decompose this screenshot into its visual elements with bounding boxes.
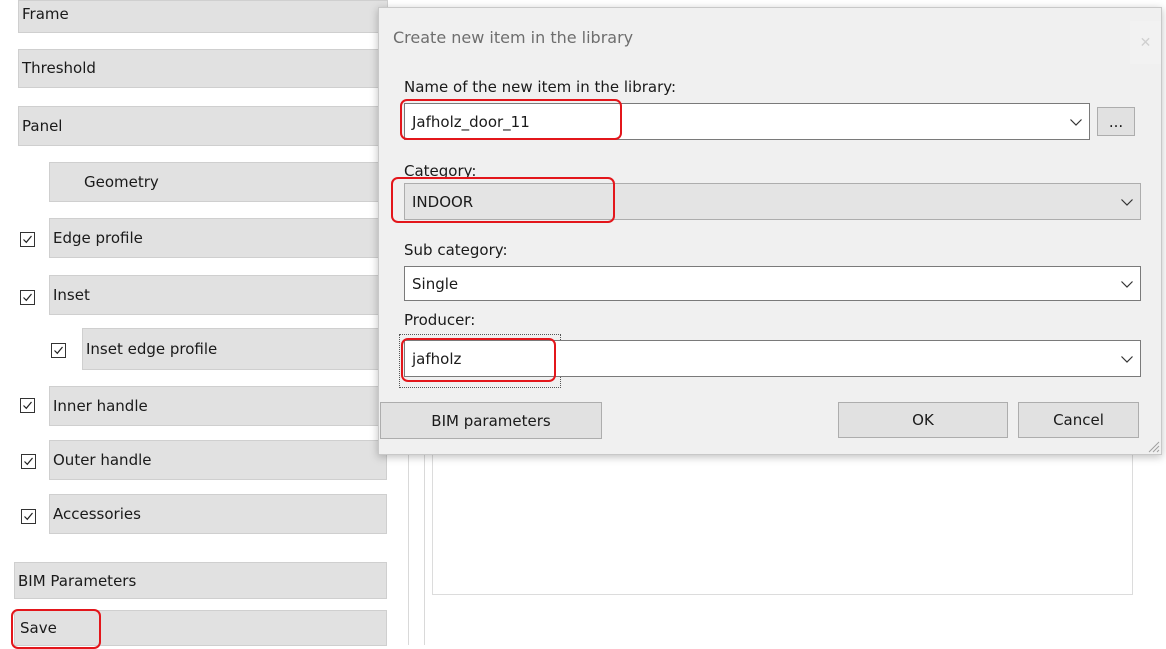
checkmark-icon bbox=[24, 457, 33, 466]
geometry-label: Geometry bbox=[84, 173, 159, 191]
bim-parameters-label: BIM parameters bbox=[431, 411, 551, 430]
inset-button[interactable]: Inset bbox=[49, 275, 379, 315]
resize-grip-icon bbox=[1148, 441, 1160, 453]
category-value: INDOOR bbox=[412, 192, 474, 211]
close-icon: ✕ bbox=[1139, 34, 1152, 51]
inner-handle-label: Inner handle bbox=[53, 397, 148, 415]
right-area-divider bbox=[408, 445, 409, 645]
category-combobox[interactable]: INDOOR bbox=[404, 183, 1141, 220]
name-combobox[interactable]: Jafholz_door_11 bbox=[404, 103, 1090, 140]
inset-edge-profile-button[interactable]: Inset edge profile bbox=[82, 328, 379, 370]
chevron-down-icon bbox=[1121, 280, 1133, 288]
save-button[interactable]: Save bbox=[14, 610, 387, 646]
checkmark-icon bbox=[23, 235, 32, 244]
outer-handle-label: Outer handle bbox=[53, 451, 152, 469]
checkmark-icon bbox=[24, 512, 33, 521]
outer-handle-checkbox[interactable] bbox=[21, 454, 36, 469]
preview-area bbox=[432, 445, 1133, 595]
geometry-button[interactable]: Geometry bbox=[49, 162, 379, 202]
accessories-checkbox[interactable] bbox=[21, 509, 36, 524]
browse-button[interactable]: ... bbox=[1097, 107, 1135, 136]
dialog-title: Create new item in the library bbox=[393, 28, 634, 47]
producer-combobox[interactable]: jafholz bbox=[404, 340, 1141, 377]
subcategory-combobox[interactable]: Single bbox=[404, 266, 1141, 301]
accessories-button[interactable]: Accessories bbox=[49, 494, 387, 534]
inset-edge-profile-label: Inset edge profile bbox=[86, 340, 218, 358]
ok-label: OK bbox=[912, 411, 934, 429]
cancel-button[interactable]: Cancel bbox=[1018, 402, 1139, 438]
create-item-dialog: Create new item in the library ✕ Name of… bbox=[378, 7, 1162, 455]
producer-label: Producer: bbox=[404, 311, 476, 329]
name-value: Jafholz_door_11 bbox=[412, 112, 530, 131]
cancel-label: Cancel bbox=[1053, 411, 1104, 429]
threshold-label: Threshold bbox=[22, 59, 96, 77]
frame-button[interactable]: Frame bbox=[18, 0, 388, 33]
subcategory-value: Single bbox=[412, 274, 459, 293]
threshold-button[interactable]: Threshold bbox=[18, 49, 388, 88]
outer-handle-button[interactable]: Outer handle bbox=[49, 440, 387, 480]
bim-parameters-button[interactable]: BIM parameters bbox=[380, 402, 602, 439]
inner-handle-checkbox[interactable] bbox=[20, 398, 35, 413]
inner-handle-button[interactable]: Inner handle bbox=[49, 386, 379, 426]
checkmark-icon bbox=[54, 346, 63, 355]
checkmark-icon bbox=[23, 293, 32, 302]
save-label: Save bbox=[20, 619, 57, 637]
bim-parameters-panel-label: BIM Parameters bbox=[18, 571, 137, 590]
inset-checkbox[interactable] bbox=[20, 290, 35, 305]
panel-button[interactable]: Panel bbox=[18, 106, 388, 146]
close-button[interactable]: ✕ bbox=[1130, 21, 1161, 64]
producer-value: jafholz bbox=[412, 349, 462, 368]
subcategory-label: Sub category: bbox=[404, 241, 508, 259]
edge-profile-button[interactable]: Edge profile bbox=[49, 218, 379, 258]
right-area-inner-border bbox=[424, 445, 425, 645]
name-label: Name of the new item in the library: bbox=[404, 78, 677, 96]
edge-profile-label: Edge profile bbox=[53, 229, 143, 247]
category-label: Category: bbox=[404, 162, 477, 180]
browse-label: ... bbox=[1108, 112, 1124, 131]
panel-label: Panel bbox=[22, 117, 63, 135]
checkmark-icon bbox=[23, 401, 32, 410]
bim-parameters-panel-button[interactable]: BIM Parameters bbox=[14, 562, 387, 599]
chevron-down-icon bbox=[1121, 198, 1133, 206]
frame-label: Frame bbox=[22, 5, 69, 23]
accessories-label: Accessories bbox=[53, 505, 141, 523]
inset-edge-profile-checkbox[interactable] bbox=[51, 343, 66, 358]
chevron-down-icon bbox=[1070, 118, 1082, 126]
edge-profile-checkbox[interactable] bbox=[20, 232, 35, 247]
ok-button[interactable]: OK bbox=[838, 402, 1008, 438]
inset-label: Inset bbox=[53, 286, 90, 304]
chevron-down-icon bbox=[1121, 355, 1133, 363]
